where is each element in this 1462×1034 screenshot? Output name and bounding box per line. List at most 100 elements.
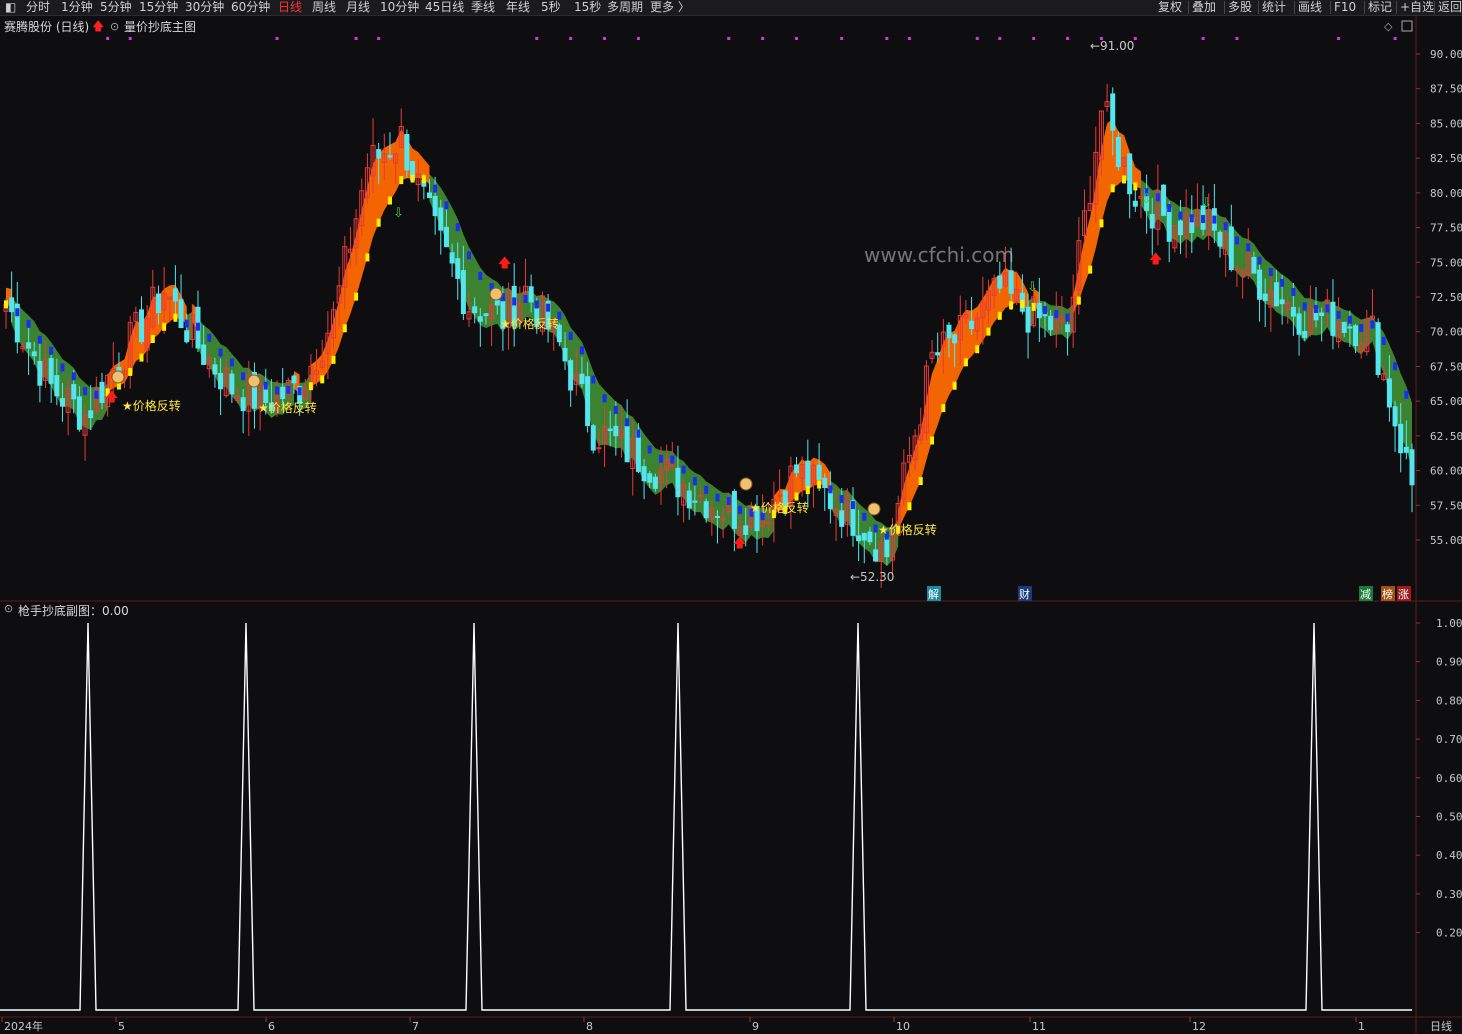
trend-line-segment [1099,219,1104,228]
candle-body [280,386,286,400]
candle-body [1008,270,1014,294]
sub-indicator-name: 枪手抄底副图：0.00 [18,604,129,618]
trend-line-segment [421,175,426,184]
candle-body [460,270,466,315]
trend-line-segment [1314,304,1319,313]
main-y-tick-label: 62.50 [1430,430,1462,443]
candle-body [1273,282,1279,307]
candle-body [1330,301,1336,336]
trend-line-segment [139,353,144,362]
main-y-tick-label: 85.00 [1430,117,1462,130]
sub-collapse-icon: ⊙ [4,602,13,615]
reversal-label: ★价格反转 [122,398,181,413]
trend-line-segment [907,502,912,511]
candle-body [805,460,811,488]
candle-body [1386,378,1392,408]
event-tag: 减 [1360,588,1371,601]
candle-body [861,532,867,541]
indicator-name: 量价抄底主图 [124,20,197,34]
main-y-tick-label: 82.50 [1430,152,1462,165]
signal-dot [106,37,110,40]
x-tick-label: 5 [118,1020,125,1033]
main-y-tick-label: 80.00 [1430,187,1462,200]
trend-line-segment [952,381,957,390]
candle-body [1036,302,1042,319]
candle-body [607,428,613,432]
trend-line-segment [1347,315,1352,324]
candle-body [1025,306,1031,333]
bottom-period-label: 日线 [1430,1019,1452,1033]
signal-dot [998,37,1002,40]
sub-y-tick-label: 0.70 [1436,733,1462,746]
sub-y-tick-label: 0.30 [1436,888,1462,901]
trend-line-segment [1155,193,1160,202]
candle-body [1251,256,1257,274]
trend-line-segment [455,223,460,232]
signal-dot [636,37,640,40]
trend-line-segment [862,512,867,521]
candle-body [675,467,681,498]
money-bag-icon [489,287,503,301]
money-bag-icon [739,477,753,491]
main-y-tick-label: 55.00 [1430,534,1462,547]
trend-line-segment [817,480,822,489]
candle-body [856,535,862,542]
main-y-tick-label: 65.00 [1430,395,1462,408]
candle-body [816,464,822,480]
trend-line-segment [467,251,472,260]
trend-line-segment [647,445,652,454]
trend-line-segment [71,372,76,381]
candle-body [596,447,602,450]
trend-line-segment [1302,302,1307,311]
candle-body [201,344,207,365]
candle-body [652,476,658,489]
candle-body [483,313,489,317]
candle-body [1132,200,1138,207]
trend-line-segment [60,363,65,372]
candle-body [743,525,749,535]
candle-body [822,477,828,489]
trend-line-segment [941,404,946,413]
candle-body [184,330,190,343]
signal-dot [569,37,573,40]
trend-line-segment [636,429,641,438]
rising-band [898,267,1028,530]
falling-band [429,174,774,543]
candle-body [59,398,65,407]
candle-body [1228,226,1234,271]
x-tick-label: 7 [412,1020,419,1033]
event-tag: 榜 [1382,587,1393,601]
candle-body [1149,213,1155,229]
signal-dot [1235,37,1239,40]
candle-body [827,490,833,510]
indicator-title: 量价抄底主图 [124,18,196,35]
trend-line-segment [839,495,844,504]
signal-dot [907,37,911,40]
trend-line-segment [15,308,20,317]
candle-body [765,522,771,525]
candle-body [1161,184,1167,216]
trend-line-segment [1065,313,1070,322]
candle-body [952,334,958,344]
trend-line-segment [1110,184,1115,193]
trend-line-segment [49,346,54,355]
trend-line-segment [150,334,155,343]
main-y-tick-label: 90.00 [1430,48,1462,61]
sub-panel-title: 枪手抄底副图：0.00 [18,602,129,619]
candle-body [946,324,952,339]
candle-body [1262,293,1268,301]
x-tick-label: 10 [896,1020,910,1033]
candle-body [172,288,178,302]
candle-body [9,297,15,313]
rising-band [1073,119,1141,314]
trend-line-segment [444,201,449,210]
candle-body [1403,446,1409,453]
candle-body [240,397,246,412]
candle-body [387,155,393,158]
candle-body [590,425,596,451]
trend-line-segment [1133,182,1138,191]
main-y-tick-label: 77.50 [1430,222,1462,235]
event-tag: 财 [1019,587,1030,601]
trend-line-segment [738,505,743,514]
chart-canvas[interactable]: ⊙ ⊙ 🡅 ◇ 90.00 87.50 85.00 82.50 80.00 77.50 75.00 7… [0,0,1462,1034]
